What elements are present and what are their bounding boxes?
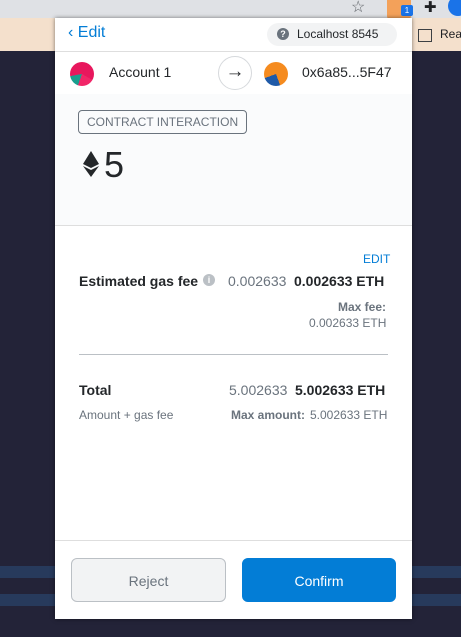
gas-fee-secondary: 0.002633 bbox=[228, 273, 287, 289]
network-question-icon: ? bbox=[277, 28, 289, 40]
transaction-summary: CONTRACT INTERACTION 5 bbox=[55, 94, 412, 226]
from-account-name[interactable]: Account 1 bbox=[109, 64, 171, 80]
total-secondary: 5.002633 bbox=[229, 382, 288, 398]
total-sub-label: Amount + gas fee bbox=[79, 408, 174, 422]
action-badge: CONTRACT INTERACTION bbox=[78, 110, 248, 134]
popup-footer: Reject Confirm bbox=[55, 540, 412, 620]
reading-list-icon[interactable] bbox=[418, 29, 432, 42]
max-fee-label: Max fee: bbox=[338, 300, 387, 314]
gas-edit-button[interactable]: EDIT bbox=[363, 252, 390, 266]
edit-back-link[interactable]: ‹ Edit bbox=[68, 24, 105, 42]
network-indicator[interactable]: ? Localhost 8545 bbox=[267, 23, 397, 46]
ethereum-icon bbox=[83, 151, 99, 177]
to-account-avatar bbox=[264, 62, 288, 86]
divider bbox=[79, 354, 388, 355]
confirm-button[interactable]: Confirm bbox=[242, 558, 396, 602]
total-primary: 5.002633 ETH bbox=[295, 382, 386, 398]
confirm-transaction-popup: ‹ Edit ? Localhost 8545 Account 1 → 0x6a… bbox=[55, 18, 412, 619]
gas-fee-primary: 0.002633 ETH bbox=[294, 273, 385, 289]
extensions-puzzle-icon[interactable]: ✚ bbox=[424, 0, 437, 16]
network-name: Localhost 8545 bbox=[297, 27, 379, 41]
from-account-avatar bbox=[70, 62, 94, 86]
bookmark-star-icon[interactable]: ☆ bbox=[351, 0, 365, 17]
max-amount-label: Max amount: bbox=[231, 408, 306, 422]
reject-button[interactable]: Reject bbox=[71, 558, 226, 602]
transaction-amount: 5 bbox=[104, 144, 125, 185]
sender-recipient-row: Account 1 → 0x6a85...5F47 bbox=[55, 51, 412, 95]
total-label: Total bbox=[79, 382, 112, 398]
max-amount-value: 5.002633 ETH bbox=[310, 408, 388, 422]
popup-header: ‹ Edit ? Localhost 8545 bbox=[55, 18, 412, 51]
info-icon[interactable]: i bbox=[203, 274, 215, 286]
extension-badge: 1 bbox=[401, 5, 413, 16]
arrow-right-icon: → bbox=[218, 56, 252, 90]
edit-back-label: Edit bbox=[77, 24, 106, 41]
to-address[interactable]: 0x6a85...5F47 bbox=[302, 64, 392, 80]
chevron-left-icon: ‹ bbox=[68, 24, 74, 41]
max-fee-value: 0.002633 ETH bbox=[309, 316, 387, 330]
reading-list-label[interactable]: Rea bbox=[440, 27, 461, 41]
estimated-gas-fee-label: Estimated gas fee bbox=[79, 273, 199, 289]
